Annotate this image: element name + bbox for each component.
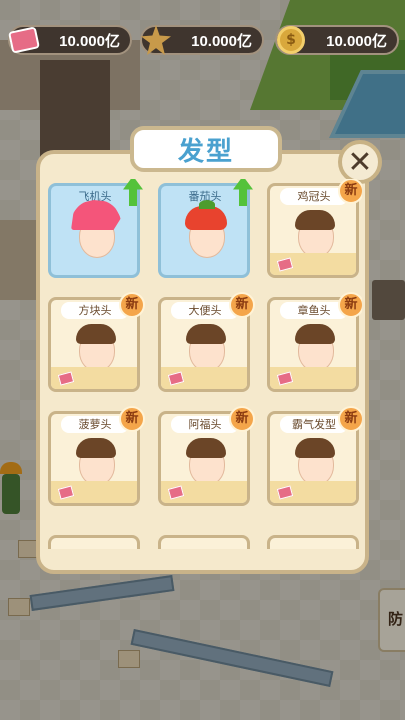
new-badge: 新	[229, 292, 255, 318]
coin-counter[interactable]: $ 10.000亿	[275, 25, 399, 55]
star-counter[interactable]: 10.000亿	[140, 25, 264, 55]
hairstyle-card[interactable]: 菠萝头新	[48, 406, 145, 506]
dialog-title-plate: 发型	[130, 126, 282, 172]
hairstyle-card[interactable]: 飞机头	[48, 179, 143, 278]
character-head-icon	[183, 200, 229, 262]
price-tray	[51, 367, 137, 389]
new-badge: 新	[338, 406, 362, 432]
hairstyle-card-partial[interactable]	[267, 535, 359, 549]
ticket-icon	[167, 371, 185, 386]
ticket-icon	[57, 371, 75, 386]
price-tray	[270, 481, 356, 503]
hairstyle-card-partial[interactable]	[48, 535, 140, 549]
hairstyle-card[interactable]: 方块头新	[48, 292, 145, 392]
hairstyle-card-partial[interactable]	[158, 535, 250, 549]
hairstyle-dialog: 发型 ✕ 飞机头 番茄头 鸡冠头新方块头新大便头新章鱼头新菠萝头新阿福头新霸气发型新	[36, 126, 382, 574]
price-tray	[161, 481, 247, 503]
ticket-icon	[276, 485, 294, 500]
ticket-icon	[167, 485, 185, 500]
coin-icon: $	[273, 22, 309, 58]
resource-bar: 10.000亿 10.000亿 $ 10.000亿	[0, 0, 405, 80]
ticket-icon	[57, 485, 75, 500]
character-head-icon	[71, 200, 121, 262]
price-tray	[270, 367, 356, 389]
hairstyle-card[interactable]: 番茄头	[158, 179, 253, 278]
coin-value: 10.000亿	[326, 33, 387, 50]
close-icon: ✕	[347, 144, 373, 180]
price-tray	[270, 253, 356, 275]
new-badge: 新	[338, 292, 362, 318]
hairstyle-grid[interactable]: 飞机头 番茄头 鸡冠头新方块头新大便头新章鱼头新菠萝头新阿福头新霸气发型新	[48, 179, 362, 549]
hairstyle-card[interactable]: 阿福头新	[158, 406, 255, 506]
new-badge: 新	[119, 406, 145, 432]
price-tray	[161, 367, 247, 389]
hairstyle-card[interactable]: 鸡冠头新	[267, 179, 362, 278]
hairstyle-card[interactable]: 大便头新	[158, 292, 255, 392]
star-icon	[138, 22, 174, 58]
star-value: 10.000亿	[191, 33, 252, 50]
ticket-icon	[6, 22, 42, 58]
new-badge: 新	[229, 406, 255, 432]
close-button[interactable]: ✕	[338, 140, 382, 184]
dialog-title: 发型	[177, 136, 234, 167]
ticket-counter[interactable]: 10.000亿	[8, 25, 132, 55]
ticket-icon	[276, 371, 294, 386]
new-badge: 新	[338, 179, 362, 204]
new-badge: 新	[119, 292, 145, 318]
price-tray	[51, 481, 137, 503]
ticket-value: 10.000亿	[59, 33, 120, 50]
hairstyle-card[interactable]: 章鱼头新	[267, 292, 362, 392]
hairstyle-card[interactable]: 霸气发型新	[267, 406, 362, 506]
ticket-icon	[276, 257, 294, 272]
